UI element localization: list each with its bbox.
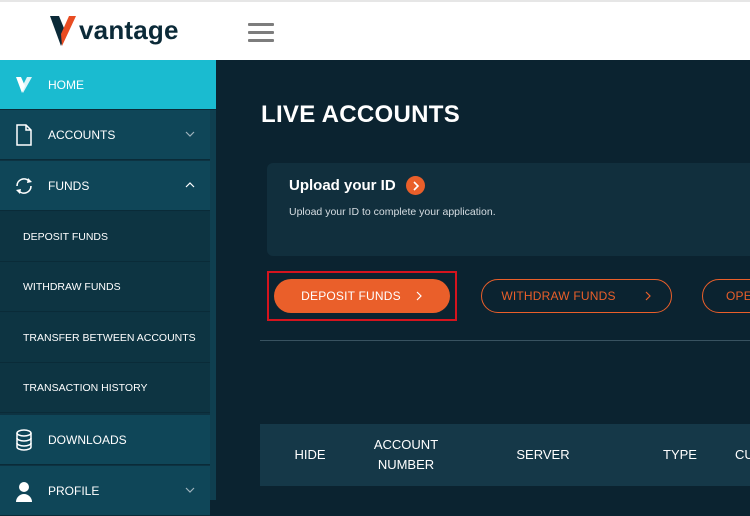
document-icon — [16, 123, 32, 146]
highlight-box — [267, 271, 457, 321]
user-icon — [16, 481, 32, 502]
main-content: LIVE ACCOUNTS Upload your ID Upload your… — [216, 60, 750, 500]
column-header-currency[interactable]: CU — [735, 424, 750, 486]
sidebar-item-label: TRANSACTION HISTORY — [23, 381, 148, 394]
vantage-v-icon — [16, 76, 32, 93]
sidebar-item-label: WITHDRAW FUNDS — [23, 280, 121, 293]
sidebar-item-accounts[interactable]: ACCOUNTS — [0, 110, 210, 160]
sidebar-item-transfer-between-accounts[interactable]: TRANSFER BETWEEN ACCOUNTS — [0, 313, 210, 363]
top-header: vantage — [0, 0, 750, 60]
sidebar-item-label: ACCOUNTS — [48, 127, 116, 142]
withdraw-funds-button[interactable]: WITHDRAW FUNDS — [481, 279, 672, 313]
vantage-logo[interactable]: vantage — [50, 15, 179, 46]
column-header-server[interactable]: SERVER — [500, 424, 586, 486]
accounts-table-header: HIDE ACCOUNT NUMBER SERVER TYPE CU — [260, 424, 750, 486]
sidebar-item-label: DOWNLOADS — [48, 432, 127, 447]
sidebar: HOME ACCOUNTS FUNDS DEPOSIT FUNDS WITHDR… — [0, 60, 216, 516]
refresh-arrows-icon — [16, 177, 32, 194]
divider — [260, 340, 750, 341]
sidebar-item-profile[interactable]: PROFILE — [0, 466, 210, 516]
column-header-hide[interactable]: HIDE — [280, 424, 340, 486]
sidebar-item-deposit-funds[interactable]: DEPOSIT FUNDS — [0, 212, 210, 262]
upload-card-subtitle: Upload your ID to complete your applicat… — [289, 206, 496, 218]
column-header-type[interactable]: TYPE — [650, 424, 710, 486]
withdraw-funds-label: WITHDRAW FUNDS — [501, 289, 616, 303]
sidebar-item-label: HOME — [48, 77, 84, 92]
database-icon — [16, 428, 32, 451]
sidebar-item-transaction-history[interactable]: TRANSACTION HISTORY — [0, 363, 210, 413]
sidebar-item-funds[interactable]: FUNDS — [0, 161, 210, 211]
page-title: LIVE ACCOUNTS — [261, 101, 461, 128]
column-header-account-number[interactable]: ACCOUNT NUMBER — [365, 424, 447, 486]
sidebar-item-label: TRANSFER BETWEEN ACCOUNTS — [23, 331, 196, 344]
chevron-down-icon — [185, 131, 195, 137]
open-account-label: OPE — [726, 289, 750, 303]
upload-id-arrow-button[interactable] — [406, 176, 425, 195]
upload-card-title: Upload your ID — [289, 177, 396, 194]
hamburger-icon — [248, 23, 274, 26]
sidebar-item-label: PROFILE — [48, 483, 100, 498]
sidebar-item-withdraw-funds[interactable]: WITHDRAW FUNDS — [0, 262, 210, 312]
brand-name: vantage — [79, 15, 179, 45]
chevron-right-icon — [645, 291, 651, 301]
vantage-logo-icon — [50, 15, 76, 46]
chevron-up-icon — [185, 182, 195, 188]
chevron-right-icon — [412, 180, 419, 191]
sidebar-item-home[interactable]: HOME — [0, 60, 216, 110]
sidebar-item-downloads[interactable]: DOWNLOADS — [0, 415, 210, 465]
chevron-down-icon — [185, 487, 195, 493]
open-account-button[interactable]: OPE — [702, 279, 750, 313]
sidebar-item-label: DEPOSIT FUNDS — [23, 230, 108, 243]
sidebar-item-label: FUNDS — [48, 178, 90, 193]
upload-id-card: Upload your ID Upload your ID to complet… — [267, 163, 750, 256]
menu-toggle-button[interactable] — [248, 23, 274, 43]
